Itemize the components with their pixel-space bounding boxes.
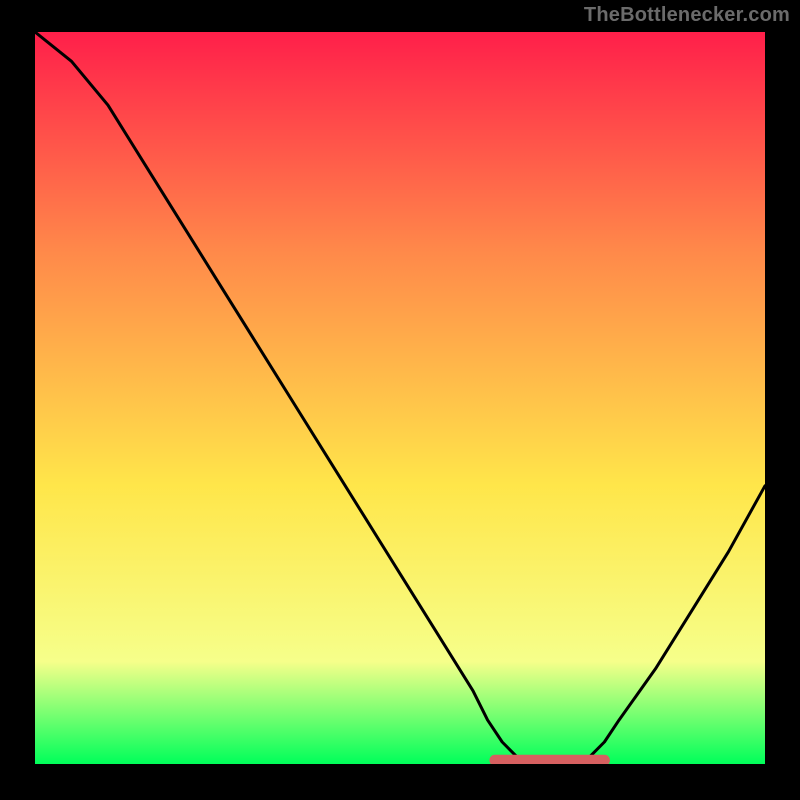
gradient-background: [35, 32, 765, 764]
plot-area: [35, 32, 765, 764]
attribution-text: TheBottlenecker.com: [584, 4, 790, 27]
chart-container: TheBottlenecker.com: [0, 0, 800, 800]
chart-svg: [35, 32, 765, 764]
